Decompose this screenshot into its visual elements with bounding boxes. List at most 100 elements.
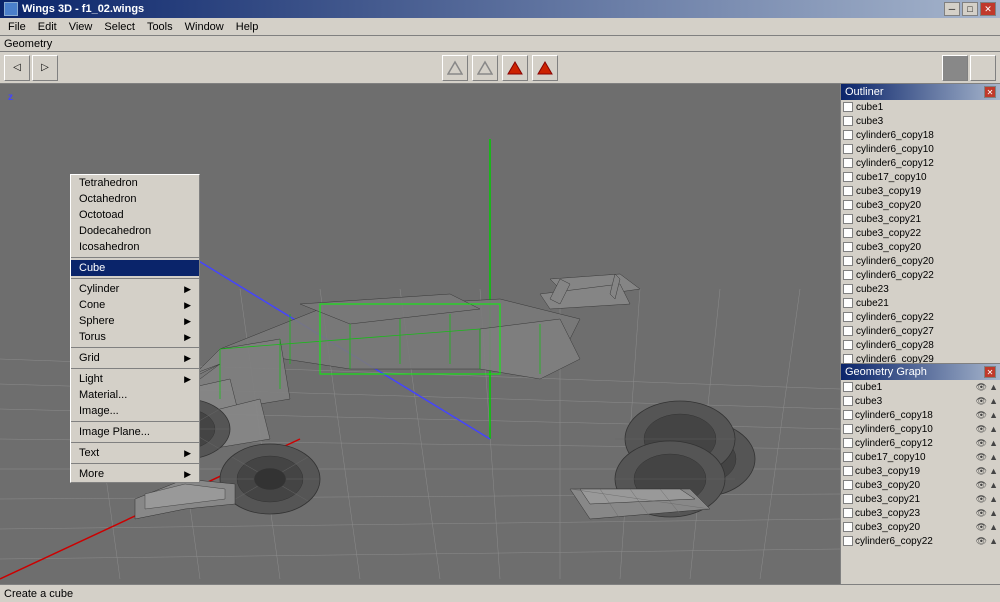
context-menu[interactable]: Tetrahedron Octahedron Octotoad Dodecahe… [70, 174, 200, 483]
view-btn-2[interactable] [472, 55, 498, 81]
outliner-list[interactable]: cube1 cube3 cylinder6_copy18 cylinder6_c… [841, 100, 1000, 364]
list-item[interactable]: cube3_copy20 [841, 240, 1000, 254]
geo-checkbox[interactable] [843, 410, 853, 420]
eye-icon[interactable]: 👁 [976, 536, 987, 547]
geo-list-item[interactable]: cube3_copy20 👁 ▲ [841, 520, 1000, 534]
eye-icon[interactable]: 👁 [976, 438, 987, 449]
arrow-up-icon[interactable]: ▲ [989, 410, 998, 421]
geo-list-item[interactable]: cylinder6_copy22 👁 ▲ [841, 534, 1000, 548]
ctx-light[interactable]: Light ▶ [71, 371, 199, 387]
geo-list-item[interactable]: cylinder6_copy12 👁 ▲ [841, 436, 1000, 450]
arrow-up-icon[interactable]: ▲ [989, 382, 998, 393]
eye-icon[interactable]: 👁 [976, 508, 987, 519]
list-item[interactable]: cylinder6_copy22 [841, 310, 1000, 324]
list-item[interactable]: cube3 [841, 114, 1000, 128]
view-btn-4[interactable] [532, 55, 558, 81]
arrow-up-icon[interactable]: ▲ [989, 480, 998, 491]
geo-checkbox[interactable] [843, 452, 853, 462]
outliner-checkbox[interactable] [843, 144, 853, 154]
ctx-sphere[interactable]: Sphere ▶ [71, 313, 199, 329]
outliner-close-button[interactable]: ✕ [984, 86, 996, 98]
arrow-up-icon[interactable]: ▲ [989, 396, 998, 407]
geo-list-item[interactable]: cylinder6_copy10 👁 ▲ [841, 422, 1000, 436]
list-item[interactable]: cube3_copy21 [841, 212, 1000, 226]
geo-checkbox[interactable] [843, 382, 853, 392]
eye-icon[interactable]: 👁 [976, 424, 987, 435]
back-button[interactable]: ◁ [4, 55, 30, 81]
eye-icon[interactable]: 👁 [976, 522, 987, 533]
close-button[interactable]: ✕ [980, 2, 996, 16]
list-item[interactable]: cube3_copy22 [841, 226, 1000, 240]
ctx-dodecahedron[interactable]: Dodecahedron [71, 223, 199, 239]
outliner-checkbox[interactable] [843, 242, 853, 252]
menu-file[interactable]: File [2, 20, 32, 34]
outliner-checkbox[interactable] [843, 270, 853, 280]
geo-list-item[interactable]: cylinder6_copy18 👁 ▲ [841, 408, 1000, 422]
menu-tools[interactable]: Tools [141, 20, 179, 34]
arrow-up-icon[interactable]: ▲ [989, 452, 998, 463]
list-item[interactable]: cylinder6_copy22 [841, 268, 1000, 282]
outliner-checkbox[interactable] [843, 340, 853, 350]
geo-list-item[interactable]: cube3 👁 ▲ [841, 394, 1000, 408]
list-item[interactable]: cylinder6_copy27 [841, 324, 1000, 338]
arrow-up-icon[interactable]: ▲ [989, 536, 998, 547]
outliner-checkbox[interactable] [843, 172, 853, 182]
ctx-more[interactable]: More ▶ [71, 466, 199, 482]
geo-list-item[interactable]: cube1 👁 ▲ [841, 380, 1000, 394]
geo-checkbox[interactable] [843, 396, 853, 406]
geo-checkbox[interactable] [843, 494, 853, 504]
geo-checkbox[interactable] [843, 522, 853, 532]
outliner-checkbox[interactable] [843, 130, 853, 140]
list-item[interactable]: cylinder6_copy10 [841, 142, 1000, 156]
ctx-icosahedron[interactable]: Icosahedron [71, 239, 199, 255]
geo-checkbox[interactable] [843, 466, 853, 476]
ctx-cube[interactable]: Cube [71, 260, 199, 276]
arrow-up-icon[interactable]: ▲ [989, 494, 998, 505]
ctx-octahedron[interactable]: Octahedron [71, 191, 199, 207]
geo-list-item[interactable]: cube17_copy10 👁 ▲ [841, 450, 1000, 464]
outliner-checkbox[interactable] [843, 158, 853, 168]
outliner-checkbox[interactable] [843, 256, 853, 266]
eye-icon[interactable]: 👁 [976, 382, 987, 393]
list-item[interactable]: cube3_copy20 [841, 198, 1000, 212]
outliner-checkbox[interactable] [843, 298, 853, 308]
geo-graph-close-button[interactable]: ✕ [984, 366, 996, 378]
ctx-cone[interactable]: Cone ▶ [71, 297, 199, 313]
geo-checkbox[interactable] [843, 536, 853, 546]
list-item[interactable]: cube3_copy19 [841, 184, 1000, 198]
minimize-button[interactable]: ─ [944, 2, 960, 16]
outliner-checkbox[interactable] [843, 228, 853, 238]
eye-icon[interactable]: 👁 [976, 466, 987, 477]
ctx-image[interactable]: Image... [71, 403, 199, 419]
geo-list-item[interactable]: cube3_copy19 👁 ▲ [841, 464, 1000, 478]
ctx-image-plane[interactable]: Image Plane... [71, 424, 199, 440]
maximize-button[interactable]: □ [962, 2, 978, 16]
arrow-up-icon[interactable]: ▲ [989, 424, 998, 435]
ctx-tetrahedron[interactable]: Tetrahedron [71, 175, 199, 191]
eye-icon[interactable]: 👁 [976, 480, 987, 491]
menu-select[interactable]: Select [98, 20, 141, 34]
arrow-up-icon[interactable]: ▲ [989, 438, 998, 449]
geo-list-item[interactable]: cube3_copy20 👁 ▲ [841, 478, 1000, 492]
outliner-checkbox[interactable] [843, 116, 853, 126]
geo-graph-list[interactable]: cube1 👁 ▲ cube3 👁 ▲ [841, 380, 1000, 584]
panel-btn-2[interactable] [970, 55, 996, 81]
list-item[interactable]: cube17_copy10 [841, 170, 1000, 184]
list-item[interactable]: cube21 [841, 296, 1000, 310]
arrow-up-icon[interactable]: ▲ [989, 522, 998, 533]
list-item[interactable]: cube23 [841, 282, 1000, 296]
ctx-material[interactable]: Material... [71, 387, 199, 403]
outliner-checkbox[interactable] [843, 214, 853, 224]
geo-list-item[interactable]: cube3_copy21 👁 ▲ [841, 492, 1000, 506]
geo-checkbox[interactable] [843, 424, 853, 434]
menu-help[interactable]: Help [230, 20, 265, 34]
list-item[interactable]: cylinder6_copy28 [841, 338, 1000, 352]
ctx-cylinder[interactable]: Cylinder ▶ [71, 281, 199, 297]
forward-button[interactable]: ▷ [32, 55, 58, 81]
eye-icon[interactable]: 👁 [976, 452, 987, 463]
outliner-checkbox[interactable] [843, 312, 853, 322]
panel-btn-1[interactable] [942, 55, 968, 81]
list-item[interactable]: cylinder6_copy29 [841, 352, 1000, 364]
outliner-checkbox[interactable] [843, 102, 853, 112]
outliner-checkbox[interactable] [843, 284, 853, 294]
